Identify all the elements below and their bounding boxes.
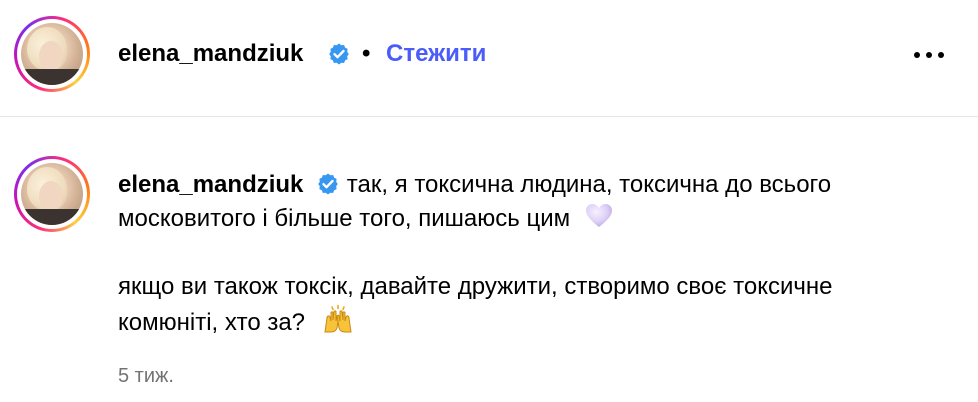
- comment-body: elena_mandziuk так, я токсична людина, т…: [118, 168, 968, 340]
- separator-dot: •: [362, 40, 371, 67]
- purple-heart-icon: [585, 204, 612, 227]
- post-header: elena_mandziuk • Стежити: [0, 0, 978, 117]
- comment-line-1: так, я токсична людина, токсична до всьо…: [346, 171, 832, 198]
- comment-line-4: комюніті, хто за?: [118, 309, 306, 336]
- comment-avatar[interactable]: [14, 156, 90, 232]
- comment-username[interactable]: elena_mandziuk: [118, 171, 303, 198]
- raising-hands-icon: [324, 304, 352, 333]
- header-username[interactable]: elena_mandziuk: [118, 40, 303, 68]
- avatar[interactable]: [14, 16, 90, 92]
- verified-badge-icon: [318, 173, 338, 195]
- follow-button[interactable]: Стежити: [386, 40, 486, 68]
- verified-badge-icon: [329, 43, 349, 65]
- comment-line-3: якщо ви також токсік, давайте дружити, с…: [118, 273, 833, 300]
- more-options-icon[interactable]: [908, 44, 950, 64]
- comment-line-2: московитого і більше того, пишаюсь цим: [118, 205, 571, 232]
- comment-timestamp[interactable]: 5 тиж.: [118, 364, 174, 388]
